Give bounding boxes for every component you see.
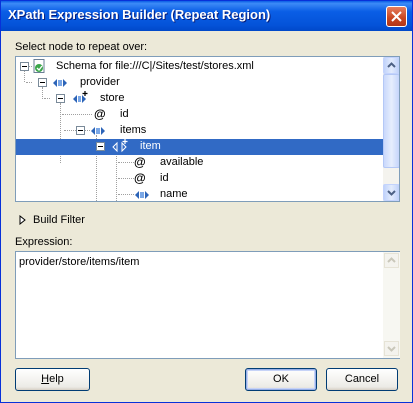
tree-node-label: name — [160, 188, 188, 200]
tree-node-name[interactable]: name — [16, 187, 384, 201]
tree-node-schema[interactable]: Schema for file:///C|/Sites/test/stores.… — [16, 59, 384, 75]
arrow-up-icon — [387, 62, 396, 68]
collapse-toggle[interactable] — [38, 78, 47, 87]
element-icon — [53, 79, 67, 87]
help-button-label: Help — [41, 373, 64, 385]
scroll-down-button — [384, 341, 399, 356]
close-icon — [391, 11, 402, 22]
tree-node-label: available — [160, 156, 204, 168]
arrow-down-icon — [387, 190, 396, 196]
tree-node-label: item — [140, 140, 161, 152]
element-icon — [91, 127, 105, 135]
element-icon — [135, 191, 149, 199]
help-label-accel: H — [41, 373, 50, 385]
tree-node-label: store — [100, 92, 125, 104]
expression-value: provider/store/items/item — [19, 256, 140, 268]
schema-file-icon — [33, 59, 45, 73]
expression-label: Expression: — [15, 236, 73, 248]
node-tree[interactable]: Schema for file:///C|/Sites/test/stores.… — [15, 56, 400, 202]
ok-button-label: OK — [273, 373, 289, 385]
tree-node-label: provider — [80, 76, 120, 88]
help-label-post: elp — [49, 373, 64, 385]
tree-label: Select node to repeat over: — [15, 41, 148, 53]
tree-node-label: Schema for file:///C|/Sites/test/stores.… — [56, 60, 254, 72]
cancel-button[interactable]: Cancel — [326, 368, 398, 391]
scroll-thumb[interactable] — [383, 74, 399, 168]
tree-node-label: items — [120, 124, 147, 136]
tree-node-label: id — [120, 108, 129, 120]
tree-scrollbar[interactable] — [383, 57, 399, 201]
scroll-up-button[interactable] — [383, 57, 399, 74]
build-filter-toggle[interactable]: Build Filter — [19, 213, 119, 227]
xpath-builder-dialog: XPath Expression Builder (Repeat Region)… — [0, 0, 413, 403]
tree-node-store-id[interactable]: @ id — [16, 107, 384, 123]
cancel-button-label: Cancel — [344, 373, 380, 385]
collapse-toggle[interactable] — [56, 94, 65, 103]
collapse-toggle[interactable] — [20, 62, 29, 71]
tree-node-items[interactable]: items — [16, 123, 384, 139]
expression-scrollbar — [383, 252, 400, 358]
tree-node-available[interactable]: @ available — [16, 155, 384, 171]
tree-node-store[interactable]: store — [16, 91, 384, 107]
collapse-toggle[interactable] — [96, 142, 105, 151]
tree-node-provider[interactable]: provider — [16, 75, 384, 91]
arrow-down-icon — [387, 346, 396, 352]
arrow-up-icon — [387, 257, 396, 263]
expression-field[interactable]: provider/store/items/item — [15, 251, 400, 359]
triangle-right-icon — [19, 215, 26, 225]
ok-button[interactable]: OK — [245, 368, 317, 391]
selection-highlight — [16, 139, 384, 155]
build-filter-label: Build Filter — [33, 214, 85, 226]
scroll-up-button — [384, 253, 399, 268]
repeating-element-icon — [112, 139, 128, 153]
close-button[interactable] — [386, 6, 407, 27]
tree-node-item[interactable]: item — [16, 139, 384, 155]
title-bar[interactable]: XPath Expression Builder (Repeat Region) — [1, 1, 412, 31]
window-title: XPath Expression Builder (Repeat Region) — [8, 7, 271, 22]
attribute-icon: @ — [134, 155, 146, 169]
tree-node-item-id[interactable]: @ id — [16, 171, 384, 187]
help-button[interactable]: Help — [15, 368, 90, 391]
attribute-icon: @ — [94, 107, 106, 121]
scroll-down-button[interactable] — [383, 184, 399, 201]
tree-node-label: id — [160, 172, 169, 184]
collapse-toggle[interactable] — [76, 126, 85, 135]
repeating-element-icon — [73, 91, 88, 103]
attribute-icon: @ — [134, 171, 146, 185]
